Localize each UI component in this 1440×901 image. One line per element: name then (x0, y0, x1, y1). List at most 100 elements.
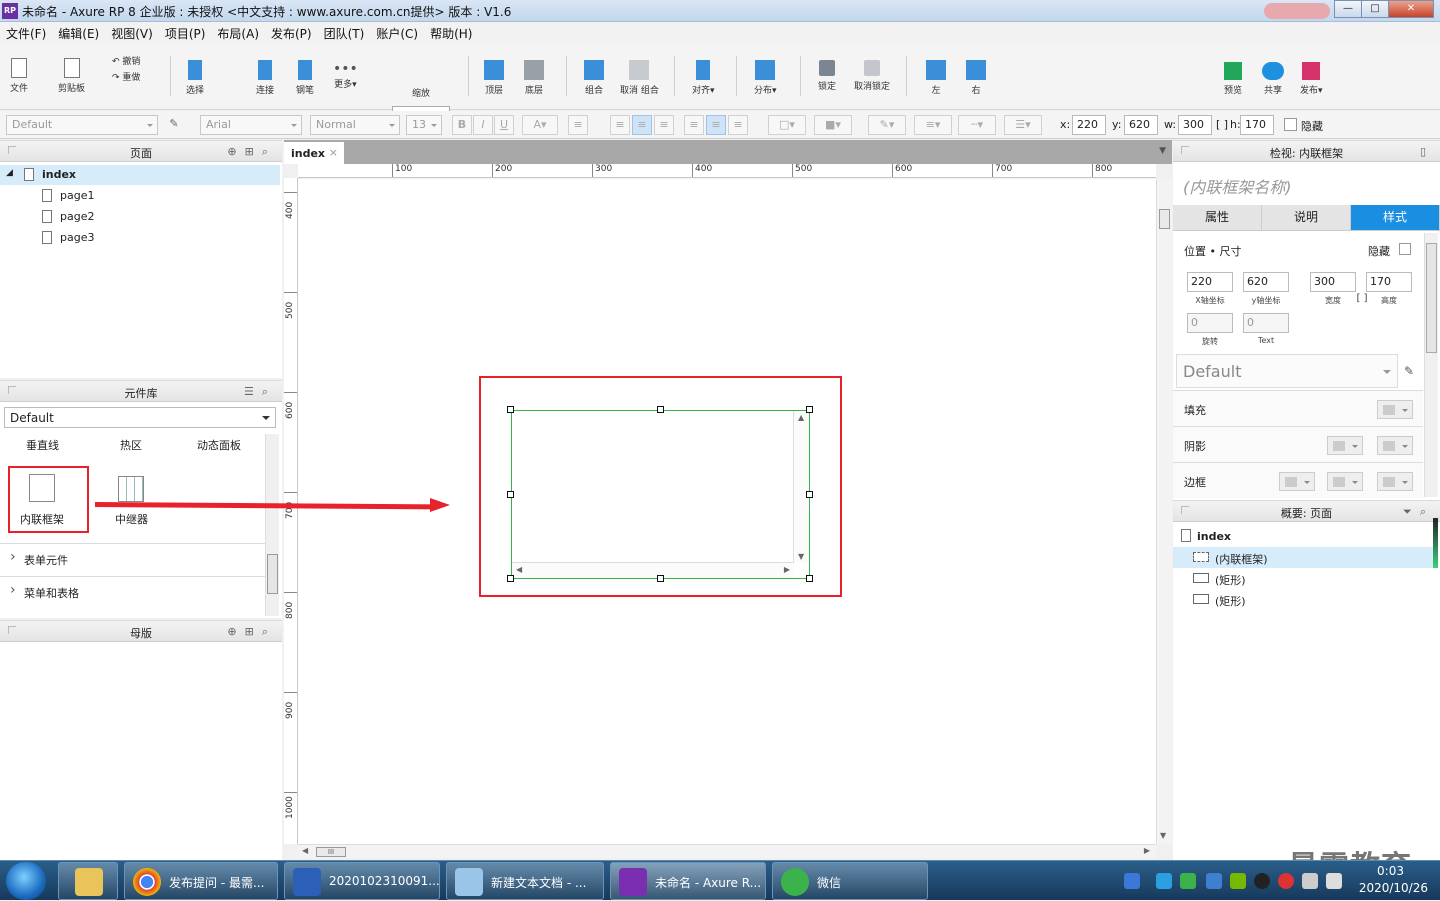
resize-handle-s[interactable] (657, 575, 664, 582)
minimize-button[interactable]: — (1334, 0, 1362, 18)
align-text-center-icon[interactable]: ≡ (632, 115, 652, 135)
clock-date[interactable]: 2020/10/26 (1359, 881, 1428, 895)
clipboard-button[interactable]: 剪贴板 (58, 58, 85, 94)
width-input[interactable]: 300 (1310, 272, 1356, 292)
h-input[interactable]: 170 (1240, 115, 1274, 135)
tab-menu-icon[interactable]: ▼ (1159, 146, 1166, 156)
undo-button[interactable]: ↶ 撤销 (112, 54, 140, 67)
bold-button[interactable]: B (452, 115, 472, 135)
scroll-thumb[interactable] (267, 554, 278, 594)
align-text-left-icon[interactable]: ≡ (610, 115, 630, 135)
scroll-right-icon[interactable]: ▶ (1144, 846, 1150, 855)
qq2-icon[interactable] (1278, 873, 1294, 889)
hidden-checkbox[interactable] (1399, 243, 1411, 255)
group-form-widgets[interactable]: 表单元件 (0, 543, 265, 575)
line-width-icon[interactable]: ≡▾ (914, 115, 952, 135)
library-select[interactable]: Default (4, 407, 276, 428)
task-wechat[interactable]: 微信 (772, 862, 928, 900)
underline-button[interactable]: U (494, 115, 514, 135)
menu-edit[interactable]: 编辑(E) (58, 25, 99, 42)
outline-item-inline-frame[interactable]: (内联框架) (1173, 547, 1433, 568)
pen-button[interactable]: 钢笔 (296, 60, 314, 96)
border-color-picker[interactable] (1327, 472, 1363, 491)
task-axure[interactable]: 未命名 - Axure R... (610, 862, 766, 900)
player-icon[interactable] (1156, 873, 1172, 889)
scroll-left-icon[interactable]: ◀ (302, 846, 308, 855)
widget-dynamic-panel[interactable]: 动态面板 (197, 437, 241, 453)
font-color-icon[interactable]: A▾ (522, 115, 558, 135)
share-button[interactable]: 共享 (1262, 62, 1284, 96)
page-item-page2[interactable]: page2 (0, 207, 280, 227)
inline-frame-icon[interactable] (29, 474, 55, 502)
text-rotation-input[interactable]: 0 (1243, 313, 1289, 333)
height-input[interactable]: 170 (1366, 272, 1412, 292)
scroll-thumb[interactable]: III (316, 847, 346, 857)
library-scrollbar[interactable] (265, 434, 279, 616)
volume-icon[interactable] (1326, 873, 1342, 889)
menu-publish[interactable]: 发布(P) (271, 25, 312, 42)
widget-inline-frame[interactable]: 内联框架 (20, 511, 64, 527)
widget-repeater[interactable]: 中继器 (115, 511, 148, 527)
scroll-thumb[interactable] (1159, 209, 1170, 229)
page-item-index[interactable]: ◢ index (0, 165, 280, 185)
lock-ratio-icon[interactable]: [ ] (1216, 118, 1228, 131)
outline-page-index[interactable]: index (1173, 526, 1433, 547)
task-word[interactable]: 2020102310091... (284, 862, 440, 900)
connect-button[interactable]: 连接 (256, 60, 274, 96)
select-button[interactable]: 选择 (186, 60, 204, 96)
arrow-style-icon[interactable]: ☰▾ (1004, 115, 1042, 135)
hidden-checkbox[interactable] (1284, 118, 1297, 131)
resize-handle-nw[interactable] (507, 406, 514, 413)
menu-account[interactable]: 账户(C) (376, 25, 418, 42)
resize-handle-ne[interactable] (806, 406, 813, 413)
font-select[interactable]: Arial (200, 115, 302, 135)
valign-middle-icon[interactable]: ≡ (706, 115, 726, 135)
x-input[interactable]: 220 (1072, 115, 1106, 135)
redo-button[interactable]: ↷ 重做 (112, 70, 140, 83)
w-input[interactable]: 300 (1178, 115, 1212, 135)
task-chrome[interactable]: 发布提问 - 最需... (124, 862, 278, 900)
ime-icon[interactable] (1124, 873, 1140, 889)
windows-start-icon[interactable] (6, 862, 46, 900)
qq-icon[interactable] (1254, 873, 1270, 889)
menu-project[interactable]: 项目(P) (165, 25, 206, 42)
page-item-page1[interactable]: page1 (0, 186, 280, 206)
border-style-picker[interactable] (1377, 472, 1413, 491)
wechat-tray-icon[interactable] (1180, 873, 1196, 889)
resize-handle-w[interactable] (507, 491, 514, 498)
menu-arrange[interactable]: 布局(A) (217, 25, 259, 42)
ungroup-button[interactable]: 取消 组合 (620, 60, 659, 96)
resize-handle-sw[interactable] (507, 575, 514, 582)
y-coordinate-input[interactable]: 620 (1243, 272, 1289, 292)
library-actions[interactable]: ☰⌕ (244, 385, 276, 399)
tab-close-icon[interactable]: × (329, 146, 338, 159)
border-width-picker[interactable] (1279, 472, 1315, 491)
more-button[interactable]: ••• 更多▾ (333, 62, 358, 90)
lock-button[interactable]: 锁定 (818, 60, 836, 92)
masters-actions[interactable]: ⊕⊞⌕ (227, 625, 276, 639)
widget-style-select[interactable]: Default (1176, 354, 1398, 388)
repeater-icon[interactable] (118, 476, 144, 502)
send-to-bottom-button[interactable]: 底层 (524, 60, 544, 96)
explorer-task[interactable] (58, 862, 118, 900)
line-style-icon[interactable]: ┄▾ (958, 115, 996, 135)
tab-properties[interactable]: 属性 (1173, 205, 1262, 231)
line-color-icon[interactable]: ✎▾ (868, 115, 906, 135)
group-menus-tables[interactable]: 菜单和表格 (0, 576, 265, 608)
font-weight-select[interactable]: Normal (310, 115, 400, 135)
outline-item-rectangle[interactable]: (矩形) (1173, 568, 1433, 589)
inline-frame-widget[interactable]: ▲ ▼ ◀ ▶ (511, 410, 810, 579)
publish-button[interactable]: 发布▾ (1300, 62, 1323, 96)
task-notepad[interactable]: 新建文本文档 - ... (446, 862, 604, 900)
notes-icon[interactable]: ▯ (1420, 145, 1434, 158)
align-text-right-icon[interactable]: ≡ (654, 115, 674, 135)
style-select[interactable]: Default (6, 115, 158, 135)
valign-bottom-icon[interactable]: ≡ (728, 115, 748, 135)
scroll-thumb[interactable] (1426, 243, 1437, 353)
pages-actions[interactable]: ⊕⊞⌕ (227, 145, 276, 159)
widget-vertical-line[interactable]: 垂直线 (26, 437, 59, 453)
bring-to-top-button[interactable]: 顶层 (484, 60, 504, 96)
rotation-input[interactable]: 0 (1187, 313, 1233, 333)
filter-search-icons[interactable]: ⏷⌕ (1403, 505, 1434, 519)
close-button[interactable]: ✕ (1388, 0, 1434, 18)
